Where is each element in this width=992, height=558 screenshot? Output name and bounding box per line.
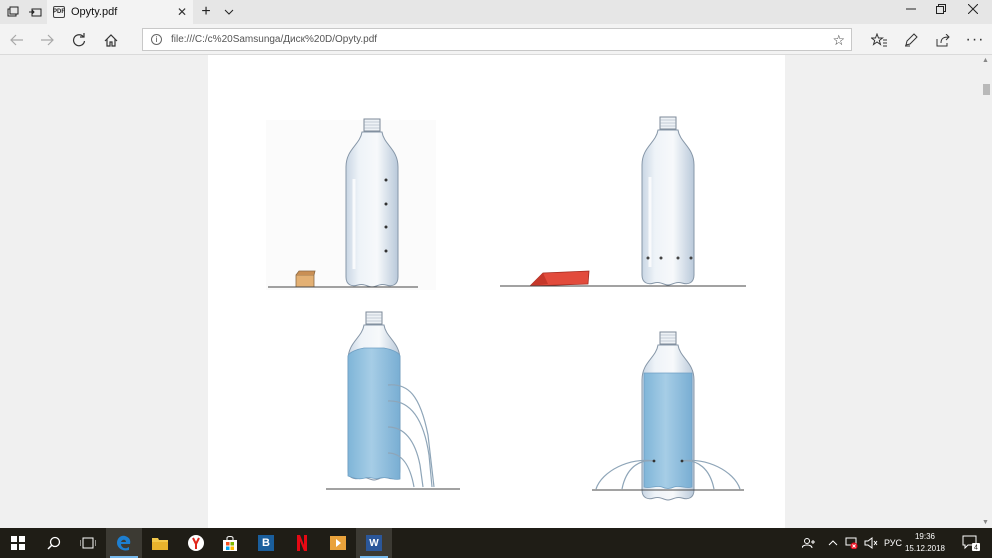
tab-title: Opyty.pdf — [71, 6, 118, 18]
more-options-icon[interactable]: ··· — [964, 30, 986, 50]
home-button[interactable] — [100, 30, 122, 50]
tab-list-chevron-icon[interactable] — [218, 3, 240, 21]
task-view-icon[interactable] — [70, 528, 106, 558]
panel-holes-bottom — [500, 115, 746, 287]
close-window-button[interactable] — [958, 3, 988, 21]
show-hidden-icons-chevron-icon[interactable] — [828, 528, 838, 558]
tab-opyty[interactable]: PDF Opyty.pdf ✕ — [47, 0, 193, 24]
taskbar: B W РУС 19:36 15.12.2018 4 — [0, 528, 992, 558]
bottle-experiments-illustration — [266, 115, 746, 502]
search-icon[interactable] — [36, 528, 72, 558]
back-button[interactable] — [6, 30, 28, 50]
clock-time: 19:36 — [914, 532, 936, 541]
site-info-icon[interactable]: i — [151, 34, 162, 45]
minimize-button[interactable] — [896, 3, 926, 21]
yandex-browser-icon[interactable] — [178, 528, 214, 558]
pen-annotate-icon[interactable] — [900, 30, 922, 50]
navigation-bar: i file:///C:/c%20Samsunga/Диск%20D/Opyty… — [0, 24, 992, 55]
file-explorer-icon[interactable] — [142, 528, 178, 558]
favorite-star-icon[interactable]: ☆ — [832, 32, 845, 49]
word-icon[interactable]: W — [356, 528, 392, 558]
media-player-icon[interactable] — [320, 528, 356, 558]
title-bar: PDF Opyty.pdf ✕ + — [0, 0, 992, 24]
panel-holes-vertical — [266, 117, 436, 290]
set-aside-tabs-icon[interactable] — [24, 3, 46, 21]
netflix-icon[interactable] — [284, 528, 320, 558]
tab-preview-icon[interactable] — [2, 3, 24, 21]
pdf-page — [208, 55, 785, 528]
restore-button[interactable] — [926, 3, 956, 21]
store-icon[interactable] — [212, 528, 248, 558]
pdf-viewer: ▲ ▼ — [0, 55, 992, 528]
edge-taskbar-icon[interactable] — [106, 528, 142, 558]
panel-streams-bottom — [592, 330, 744, 502]
close-tab-icon[interactable]: ✕ — [177, 5, 187, 19]
pdf-file-icon: PDF — [53, 6, 65, 18]
scroll-down-arrow-icon[interactable]: ▼ — [982, 519, 989, 526]
start-button[interactable] — [0, 528, 36, 558]
vertical-scrollbar[interactable]: ▲ ▼ — [980, 55, 992, 528]
action-center-icon[interactable]: 4 — [962, 528, 980, 558]
network-icon[interactable] — [845, 528, 859, 558]
share-icon[interactable] — [932, 30, 954, 50]
forward-button[interactable] — [36, 30, 58, 50]
volume-icon[interactable] — [864, 528, 878, 558]
b-app-icon[interactable]: B — [248, 528, 284, 558]
scroll-thumb[interactable] — [983, 84, 990, 95]
new-tab-button[interactable]: + — [195, 3, 217, 21]
notification-count: 4 — [974, 545, 978, 552]
refresh-button[interactable] — [68, 30, 90, 50]
people-icon[interactable] — [802, 528, 816, 558]
clock-date: 15.12.2018 — [904, 544, 946, 553]
favorites-hub-icon[interactable] — [868, 30, 890, 50]
clock[interactable]: 19:36 15.12.2018 — [900, 531, 950, 555]
address-bar[interactable]: i file:///C:/c%20Samsunga/Диск%20D/Opyty… — [142, 28, 852, 51]
scroll-up-arrow-icon[interactable]: ▲ — [982, 57, 989, 64]
address-url: file:///C:/c%20Samsunga/Диск%20D/Opyty.p… — [171, 34, 378, 45]
panel-streams-vertical — [326, 310, 460, 490]
